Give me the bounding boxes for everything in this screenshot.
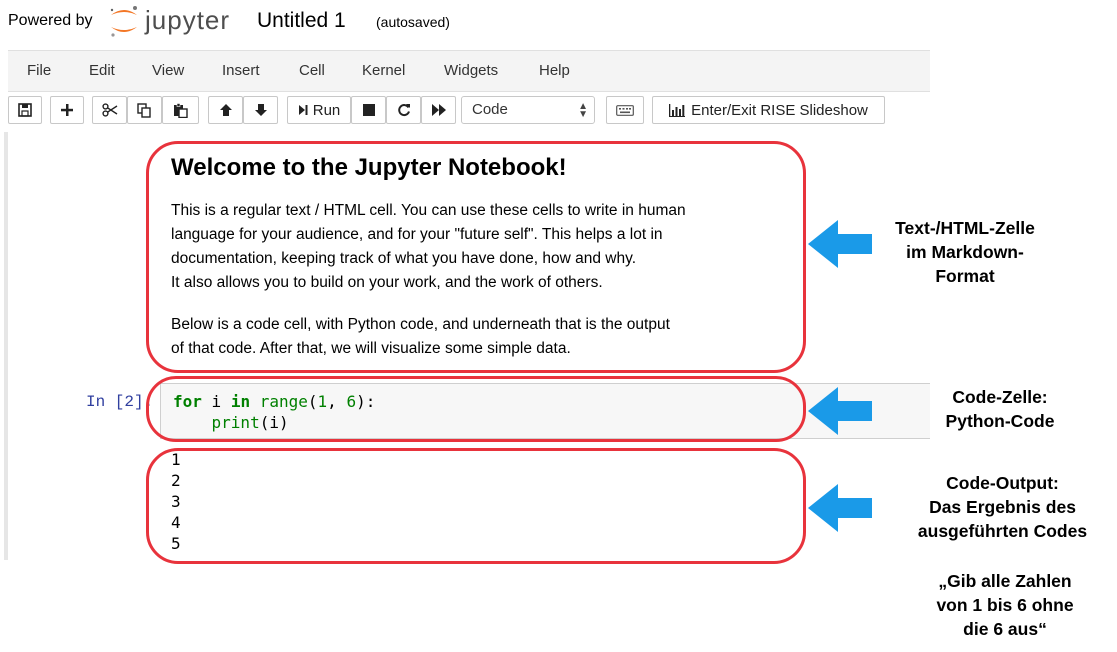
copy-icon bbox=[137, 102, 151, 118]
jupyter-wordmark[interactable]: jupyter bbox=[145, 5, 230, 36]
arrow-left-icon bbox=[808, 220, 872, 268]
copy-button[interactable] bbox=[127, 96, 162, 124]
restart-run-all-button[interactable] bbox=[421, 96, 456, 124]
cut-button[interactable] bbox=[92, 96, 127, 124]
notebook-title[interactable]: Untitled 1 bbox=[257, 9, 346, 33]
annotation-line: Code-Zelle: bbox=[952, 387, 1048, 407]
annotation-line: im Markdown- bbox=[906, 242, 1024, 262]
annotation-line: Das Ergebnis des bbox=[929, 497, 1076, 517]
arrow-down-icon bbox=[254, 104, 267, 116]
menu-edit[interactable]: Edit bbox=[89, 62, 115, 79]
menu-kernel[interactable]: Kernel bbox=[362, 62, 405, 79]
annotation-output: Code-Output: Das Ergebnis des ausgeführt… bbox=[895, 471, 1110, 543]
autosave-status: (autosaved) bbox=[376, 14, 450, 30]
annotation-code: Code-Zelle: Python-Code bbox=[910, 385, 1090, 433]
run-button[interactable]: Run bbox=[287, 96, 351, 124]
menu-cell[interactable]: Cell bbox=[299, 62, 325, 79]
arrow-left-icon bbox=[808, 387, 872, 435]
cell-selection-bar bbox=[4, 132, 8, 560]
menu-view[interactable]: View bbox=[152, 62, 184, 79]
bar-chart-icon bbox=[669, 103, 686, 117]
markdown-highlight-frame bbox=[146, 141, 806, 373]
menu-insert[interactable]: Insert bbox=[222, 62, 260, 79]
rise-slideshow-label: Enter/Exit RISE Slideshow bbox=[691, 101, 868, 119]
move-down-button[interactable] bbox=[243, 96, 278, 124]
save-icon bbox=[18, 103, 32, 117]
code-highlight-frame bbox=[146, 376, 806, 442]
menu-file[interactable]: File bbox=[27, 62, 51, 79]
annotation-line: von 1 bis 6 ohne bbox=[936, 595, 1074, 615]
paste-icon bbox=[174, 102, 188, 118]
select-caret-icon: ▲ ▼ bbox=[578, 101, 588, 120]
annotation-line: Python-Code bbox=[945, 411, 1055, 431]
move-up-button[interactable] bbox=[208, 96, 243, 124]
annotation-markdown: Text-/HTML-Zelle im Markdown- Format bbox=[870, 216, 1060, 288]
restart-icon bbox=[397, 104, 410, 116]
annotation-line: ausgeführten Codes bbox=[917, 521, 1088, 541]
paste-button[interactable] bbox=[162, 96, 199, 124]
plus-icon bbox=[61, 104, 73, 116]
insert-cell-button[interactable] bbox=[50, 96, 84, 124]
run-icon bbox=[298, 105, 308, 115]
annotation-line: Format bbox=[935, 266, 995, 286]
save-button[interactable] bbox=[8, 96, 42, 124]
cell-type-select[interactable]: Code ▲ ▼ bbox=[461, 96, 595, 124]
powered-by-label: Powered by bbox=[8, 12, 93, 29]
arrow-left-icon bbox=[808, 484, 872, 532]
menu-widgets[interactable]: Widgets bbox=[444, 62, 498, 79]
cut-icon bbox=[101, 103, 117, 117]
run-label: Run bbox=[312, 101, 341, 119]
input-prompt: In [2]: bbox=[86, 393, 154, 411]
notebook-header: Powered by jupyter Untitled 1 (autosaved… bbox=[0, 0, 930, 44]
menubar: File Edit View Insert Cell Kernel Widget… bbox=[8, 50, 930, 92]
annotation-quote: „Gib alle Zahlen von 1 bis 6 ohne die 6 … bbox=[905, 569, 1105, 641]
annotation-line: die 6 aus“ bbox=[963, 619, 1047, 639]
jupyter-logo-icon[interactable] bbox=[108, 4, 140, 38]
output-highlight-frame bbox=[146, 448, 806, 564]
keyboard-icon bbox=[616, 104, 634, 116]
interrupt-button[interactable] bbox=[351, 96, 386, 124]
annotation-line: „Gib alle Zahlen bbox=[938, 571, 1072, 591]
stop-icon bbox=[362, 104, 375, 116]
arrow-up-icon bbox=[219, 104, 232, 116]
restart-kernel-button[interactable] bbox=[386, 96, 421, 124]
rise-slideshow-button[interactable]: Enter/Exit RISE Slideshow bbox=[652, 96, 885, 124]
annotation-line: Code-Output: bbox=[946, 473, 1059, 493]
command-palette-button[interactable] bbox=[606, 96, 644, 124]
cell-type-value: Code bbox=[472, 101, 508, 118]
menu-help[interactable]: Help bbox=[539, 62, 570, 79]
fast-forward-icon bbox=[431, 104, 446, 116]
annotation-line: Text-/HTML-Zelle bbox=[895, 218, 1035, 238]
